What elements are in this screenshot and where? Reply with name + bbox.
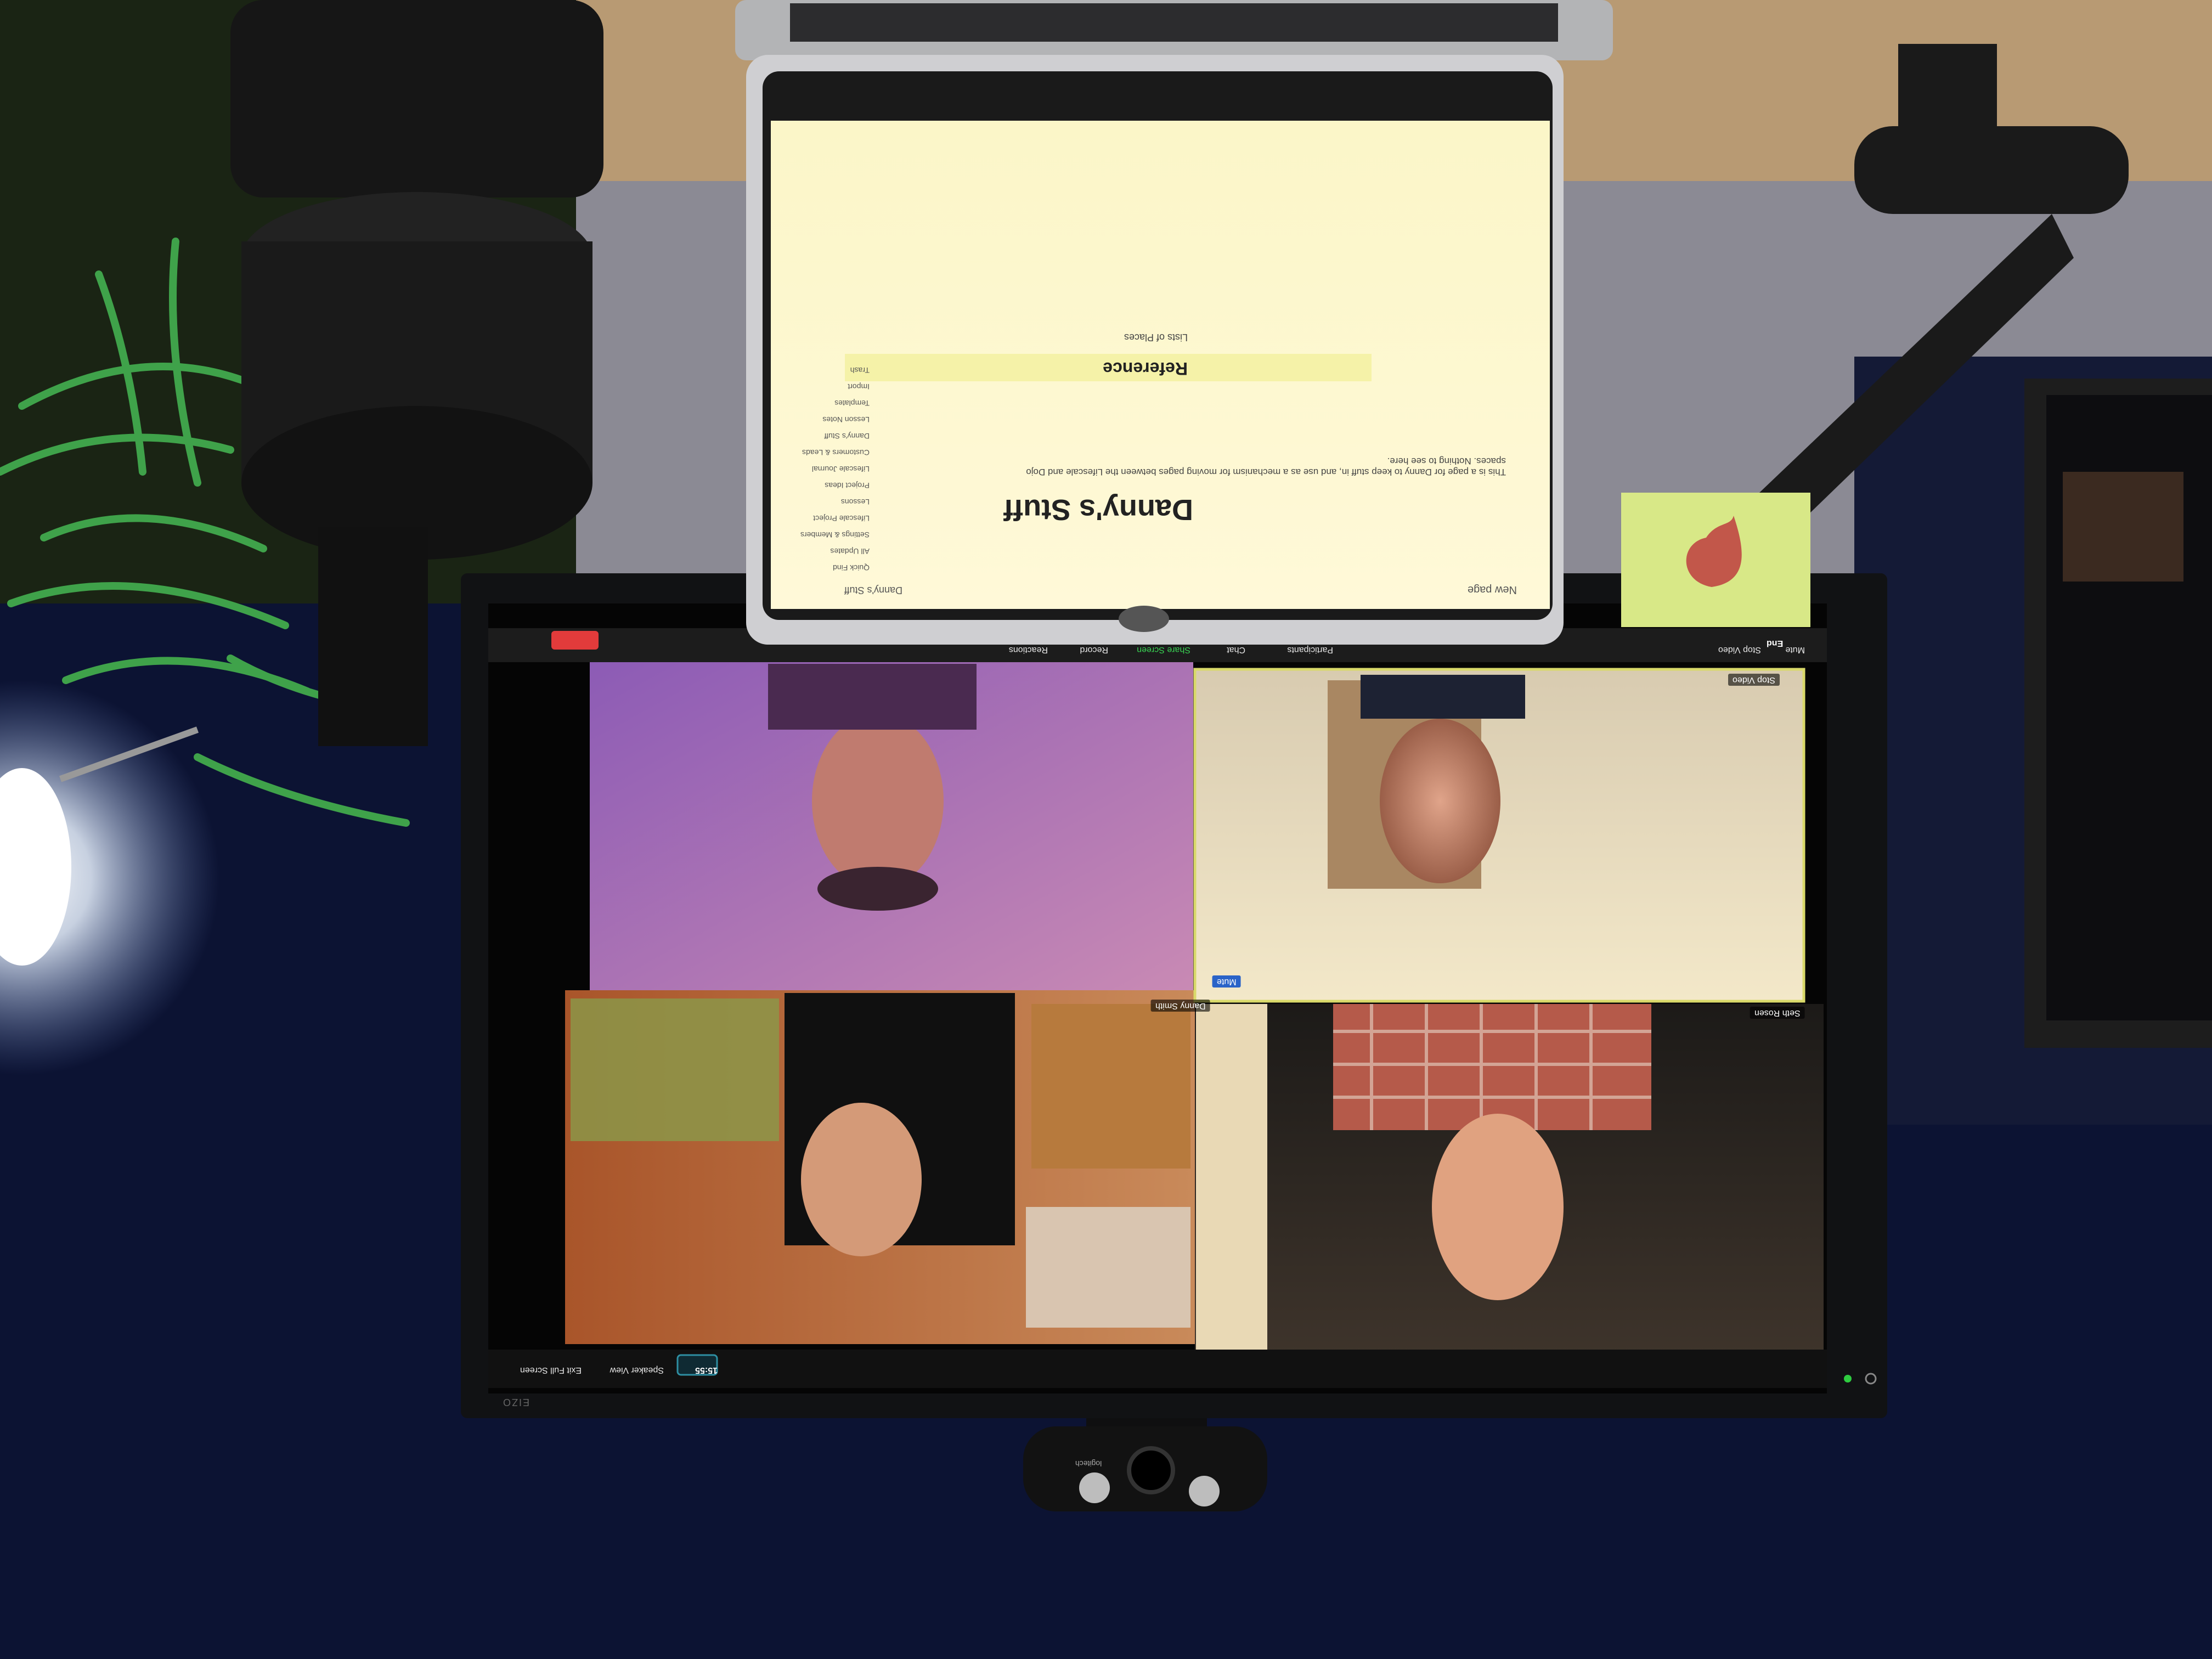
share-screen-button[interactable]: Share Screen [1137, 645, 1190, 654]
notion-sidebar-item[interactable]: Customers & Leads [771, 444, 870, 461]
notion-page-title: Danny's Stuff [1003, 493, 1193, 526]
participant-face-bl [801, 1103, 922, 1256]
notion-sidebar-item[interactable]: Quick Find [771, 560, 870, 576]
notion-new-page-link[interactable]: New page [1468, 583, 1517, 596]
record-button[interactable]: Record [1080, 645, 1108, 654]
webcam-brand: logitech [1075, 1459, 1102, 1468]
dresser [1031, 1004, 1190, 1169]
stop-video-button[interactable]: Stop Video [1718, 645, 1761, 654]
monitor-brand: EIZO [502, 1397, 530, 1408]
tile-mute-status[interactable]: Mute [1212, 975, 1241, 988]
participant-name-danny: Danny Smith [1151, 1000, 1210, 1012]
speaker-view-button[interactable]: Speaker View [610, 1365, 664, 1375]
reactions-button[interactable]: Reactions [1009, 645, 1048, 654]
notion-sidebar-item[interactable]: All Updates [771, 543, 870, 560]
notion-sidebar-item[interactable]: Lessons [771, 494, 870, 510]
zoom-bottom-controls: 15:55 Speaker View Exit Full Screen [494, 1350, 724, 1388]
plant-in-video [571, 998, 779, 1141]
participant-face-tr [1380, 719, 1500, 883]
notion-sidebar-item[interactable]: Settings & Members [771, 527, 870, 543]
notion-sidebar-item[interactable]: Lifescale Project [771, 510, 870, 527]
participant-shirt-tl [768, 664, 977, 730]
notion-page: New page Danny's Stuff Quick Find All Upd… [771, 121, 1550, 609]
wall-frames [1026, 1207, 1190, 1328]
mute-button[interactable]: Mute [1785, 645, 1805, 654]
notion-breadcrumb[interactable]: Danny's Stuff [844, 584, 902, 596]
notion-sidebar-item[interactable]: Project Ideas [771, 477, 870, 494]
participant-face-br [1432, 1114, 1564, 1300]
chat-button[interactable]: Chat [1227, 645, 1245, 654]
notion-section-heading: Reference [1103, 359, 1188, 379]
notion-sidebar-item[interactable]: Templates [771, 395, 870, 411]
participant-shirt-tr [1361, 675, 1525, 719]
end-meeting-button[interactable]: End [1767, 638, 1783, 648]
notion-sidebar-item[interactable]: Lifescale Journal [771, 461, 870, 477]
participants-button[interactable]: Participants [1287, 645, 1333, 654]
notion-sidebar-item[interactable]: Import [771, 379, 870, 395]
participant-face-tl [812, 713, 944, 889]
notion-description-line1: This is a page for Danny to keep stuff i… [1026, 467, 1506, 477]
notion-list-item[interactable]: Lists of Places [1124, 331, 1188, 343]
participant-name-seth: Seth Rosen [1750, 1007, 1805, 1019]
participant-shirt-br [1333, 1004, 1651, 1130]
notion-sidebar-item[interactable]: Lesson Notes [771, 411, 870, 428]
notion-sidebar-item[interactable]: Danny's Stuff [771, 428, 870, 444]
right-monitor [2024, 379, 2212, 1048]
notion-sidebar-item[interactable]: Trash [771, 362, 870, 379]
webcam [1023, 1426, 1267, 1511]
notion-description: This is a page for Danny to keep stuff i… [902, 455, 1506, 477]
notion-sidebar: Quick Find All Updates Settings & Members L… [771, 362, 870, 576]
video-tile-top-right [1195, 669, 1804, 1001]
meeting-timer: 15:55 [695, 1365, 718, 1375]
exit-full-screen-button[interactable]: Exit Full Screen [520, 1365, 582, 1375]
zoom-toolbar: End Mute Stop Video Participants Chat Sh… [488, 628, 1827, 662]
doorframe-br [1196, 1004, 1267, 1355]
notion-description-line2: spaces. Nothing to see here. [1387, 456, 1506, 466]
active-speaker-label: Stop Video [1728, 674, 1780, 686]
power-led [1844, 1375, 1852, 1383]
laptop-base [735, 0, 1613, 60]
